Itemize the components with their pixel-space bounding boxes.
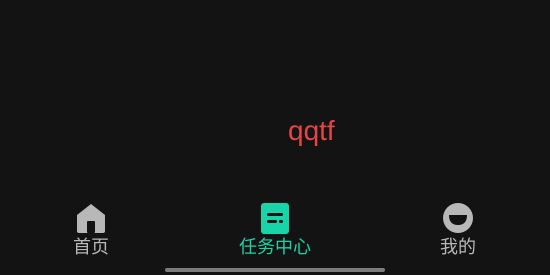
tab-task-center[interactable]: 任务中心 xyxy=(215,201,335,263)
task-icon xyxy=(258,201,292,235)
tab-task-center-label: 任务中心 xyxy=(239,237,311,258)
home-indicator-bar[interactable] xyxy=(165,268,385,272)
home-icon xyxy=(74,201,108,235)
center-text: qqtf xyxy=(288,115,335,146)
bottom-tab-bar: 首页 任务中心 我的 xyxy=(0,195,550,275)
tab-mine[interactable]: 我的 xyxy=(398,201,518,263)
tab-home-label: 首页 xyxy=(73,237,109,258)
tab-home[interactable]: 首页 xyxy=(31,201,151,263)
app-screen: qqtf 首页 任务中心 我的 xyxy=(0,0,550,275)
main-content: qqtf xyxy=(0,0,550,195)
profile-smile-icon xyxy=(441,201,475,235)
tab-mine-label: 我的 xyxy=(440,237,476,258)
